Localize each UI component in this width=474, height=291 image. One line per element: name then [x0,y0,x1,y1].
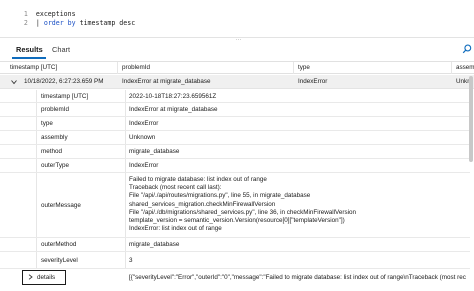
message-line: Traceback (most recent call last): [129,184,222,192]
editor-line-2[interactable]: 2 | order by timestamp desc [0,10,135,27]
detail-row-details[interactable]: details [{"severityLevel":"Error","outer… [0,270,474,286]
detail-row: type IndexError [0,117,470,131]
detail-row: assembly Unknown [0,131,470,145]
message-line: Failed to migrate database: list index o… [129,176,267,183]
active-tab-indicator [12,57,46,59]
column-header-assembly[interactable]: assem [452,62,474,74]
detail-key: timestamp [UTC] [36,90,126,102]
detail-key: outerMessage [36,173,126,237]
line-number: 2 [23,19,28,27]
detail-value: migrate_database [129,148,180,155]
detail-value: Unknown [129,134,156,141]
column-header-timestamp[interactable]: timestamp [UTC] [6,62,118,74]
detail-value: IndexError at migrate_database [129,106,218,113]
detail-row: outerMessage Failed to migrate database:… [0,173,470,238]
query-editor[interactable]: 1 exceptions 2 | order by timestamp desc [0,0,474,36]
column-header-type[interactable]: type [294,62,452,74]
detail-value: IndexError [129,162,159,169]
detail-key: problemId [36,103,126,116]
detail-row: method migrate_database [0,145,470,159]
detail-row: severityLevel 3 [0,252,470,269]
detail-key: assembly [36,131,126,144]
vertical-scrollbar[interactable] [469,76,473,162]
order-by-keyword: order by [43,19,76,27]
table-row[interactable]: 10/18/2022, 6:27:23.659 PM IndexError at… [0,75,474,89]
cell-timestamp: 10/18/2022, 6:27:23.659 PM [24,78,104,85]
query-text: timestamp desc [75,19,136,27]
cell-type: IndexError [298,78,328,85]
detail-value-multiline: Failed to migrate database: list index o… [126,173,466,237]
detail-row: outerType IndexError [0,159,470,173]
chevron-right-icon[interactable] [28,274,33,280]
tab-results[interactable]: Results [16,45,43,55]
pipe-operator: | [35,19,40,27]
message-line: File "/api/./db/migrations/shared_servic… [129,208,357,216]
message-line: IndexError: list index out of range [129,225,222,233]
detail-row: timestamp [UTC] 2022-10-18T18:27:23.6595… [0,90,470,103]
tab-chart[interactable]: Chart [52,45,70,55]
column-header-problemid[interactable]: problemId [118,62,294,74]
results-tabs: Results Chart [0,42,474,60]
detail-row: problemId IndexError at migrate_database [0,103,470,117]
detail-value: migrate_database [129,241,180,248]
message-line: File "/api/./api/routes/migrations.py", … [129,192,311,200]
results-grid: timestamp [UTC] problemId type assem 10/… [0,61,474,291]
detail-row: outerMethod migrate_database [0,238,470,252]
detail-value: IndexError [129,120,159,127]
detail-key: outerMethod [36,238,126,251]
detail-value: 3 [129,257,133,264]
detail-value: [{"severityLevel":"Error","outerId":"0",… [129,274,466,281]
detail-key: severityLevel [36,252,126,268]
chevron-down-icon[interactable] [11,79,17,85]
message-line: shared_services_migration.checkMinFirewa… [129,200,276,208]
detail-key: outerType [36,159,126,172]
editor-line-1[interactable]: 1 exceptions [0,1,76,18]
search-icon[interactable] [462,44,472,54]
grid-header: timestamp [UTC] problemId type assem [0,61,474,74]
detail-key: method [36,145,126,158]
message-line: template_version = semantic_version.Vers… [129,217,345,225]
detail-key: type [36,117,126,130]
detail-value: 2022-10-18T18:27:23.659561Z [129,93,217,100]
cell-problemid: IndexError at migrate_database [122,78,211,85]
